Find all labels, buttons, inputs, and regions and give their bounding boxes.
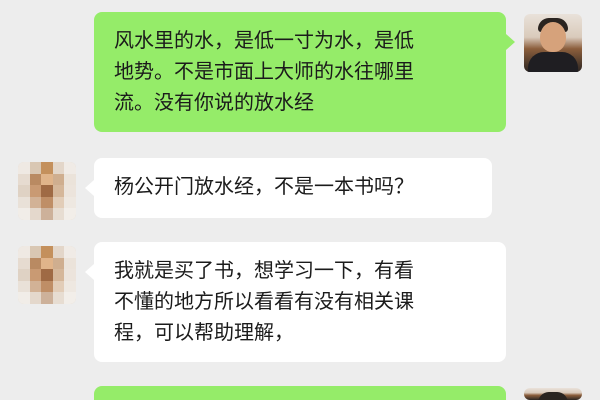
message-line: 程，可以帮助理解， <box>114 320 294 344</box>
received-message-bubble[interactable]: 杨公开门放水经，不是一本书吗？ <box>94 158 492 218</box>
avatar-hair <box>538 392 568 400</box>
sender-avatar[interactable] <box>524 388 582 400</box>
mosaic-pattern <box>18 162 76 220</box>
sender-avatar[interactable] <box>524 14 582 72</box>
bubble-tail <box>85 180 94 196</box>
avatar-suit <box>528 52 578 72</box>
avatar-face <box>540 22 566 52</box>
message-line: 杨公开门放水经，不是一本书吗？ <box>114 174 414 198</box>
message-line: 我就是买了书，想学习一下，有看 <box>114 258 414 282</box>
message-line: 不懂的地方所以看看有没有相关课 <box>114 289 414 313</box>
message-line: 风水里的水，是低一寸为水，是低 <box>114 28 414 52</box>
received-message-bubble[interactable]: 我就是买了书，想学习一下，有看 不懂的地方所以看看有没有相关课 程，可以帮助理解… <box>94 242 506 362</box>
bubble-tail <box>506 34 515 50</box>
chat-conversation: 风水里的水，是低一寸为水，是低 地势。不是市面上大师的水往哪里 流。没有你说的放… <box>0 0 600 400</box>
bubble-tail <box>85 264 94 280</box>
mosaic-pattern <box>18 246 76 304</box>
contact-avatar-blurred[interactable] <box>18 246 76 304</box>
message-line: 地势。不是市面上大师的水往哪里 <box>114 59 414 83</box>
sent-message-bubble[interactable] <box>94 386 506 400</box>
message-line: 流。没有你说的放水经 <box>114 90 314 114</box>
contact-avatar-blurred[interactable] <box>18 162 76 220</box>
sent-message-bubble[interactable]: 风水里的水，是低一寸为水，是低 地势。不是市面上大师的水往哪里 流。没有你说的放… <box>94 12 506 132</box>
